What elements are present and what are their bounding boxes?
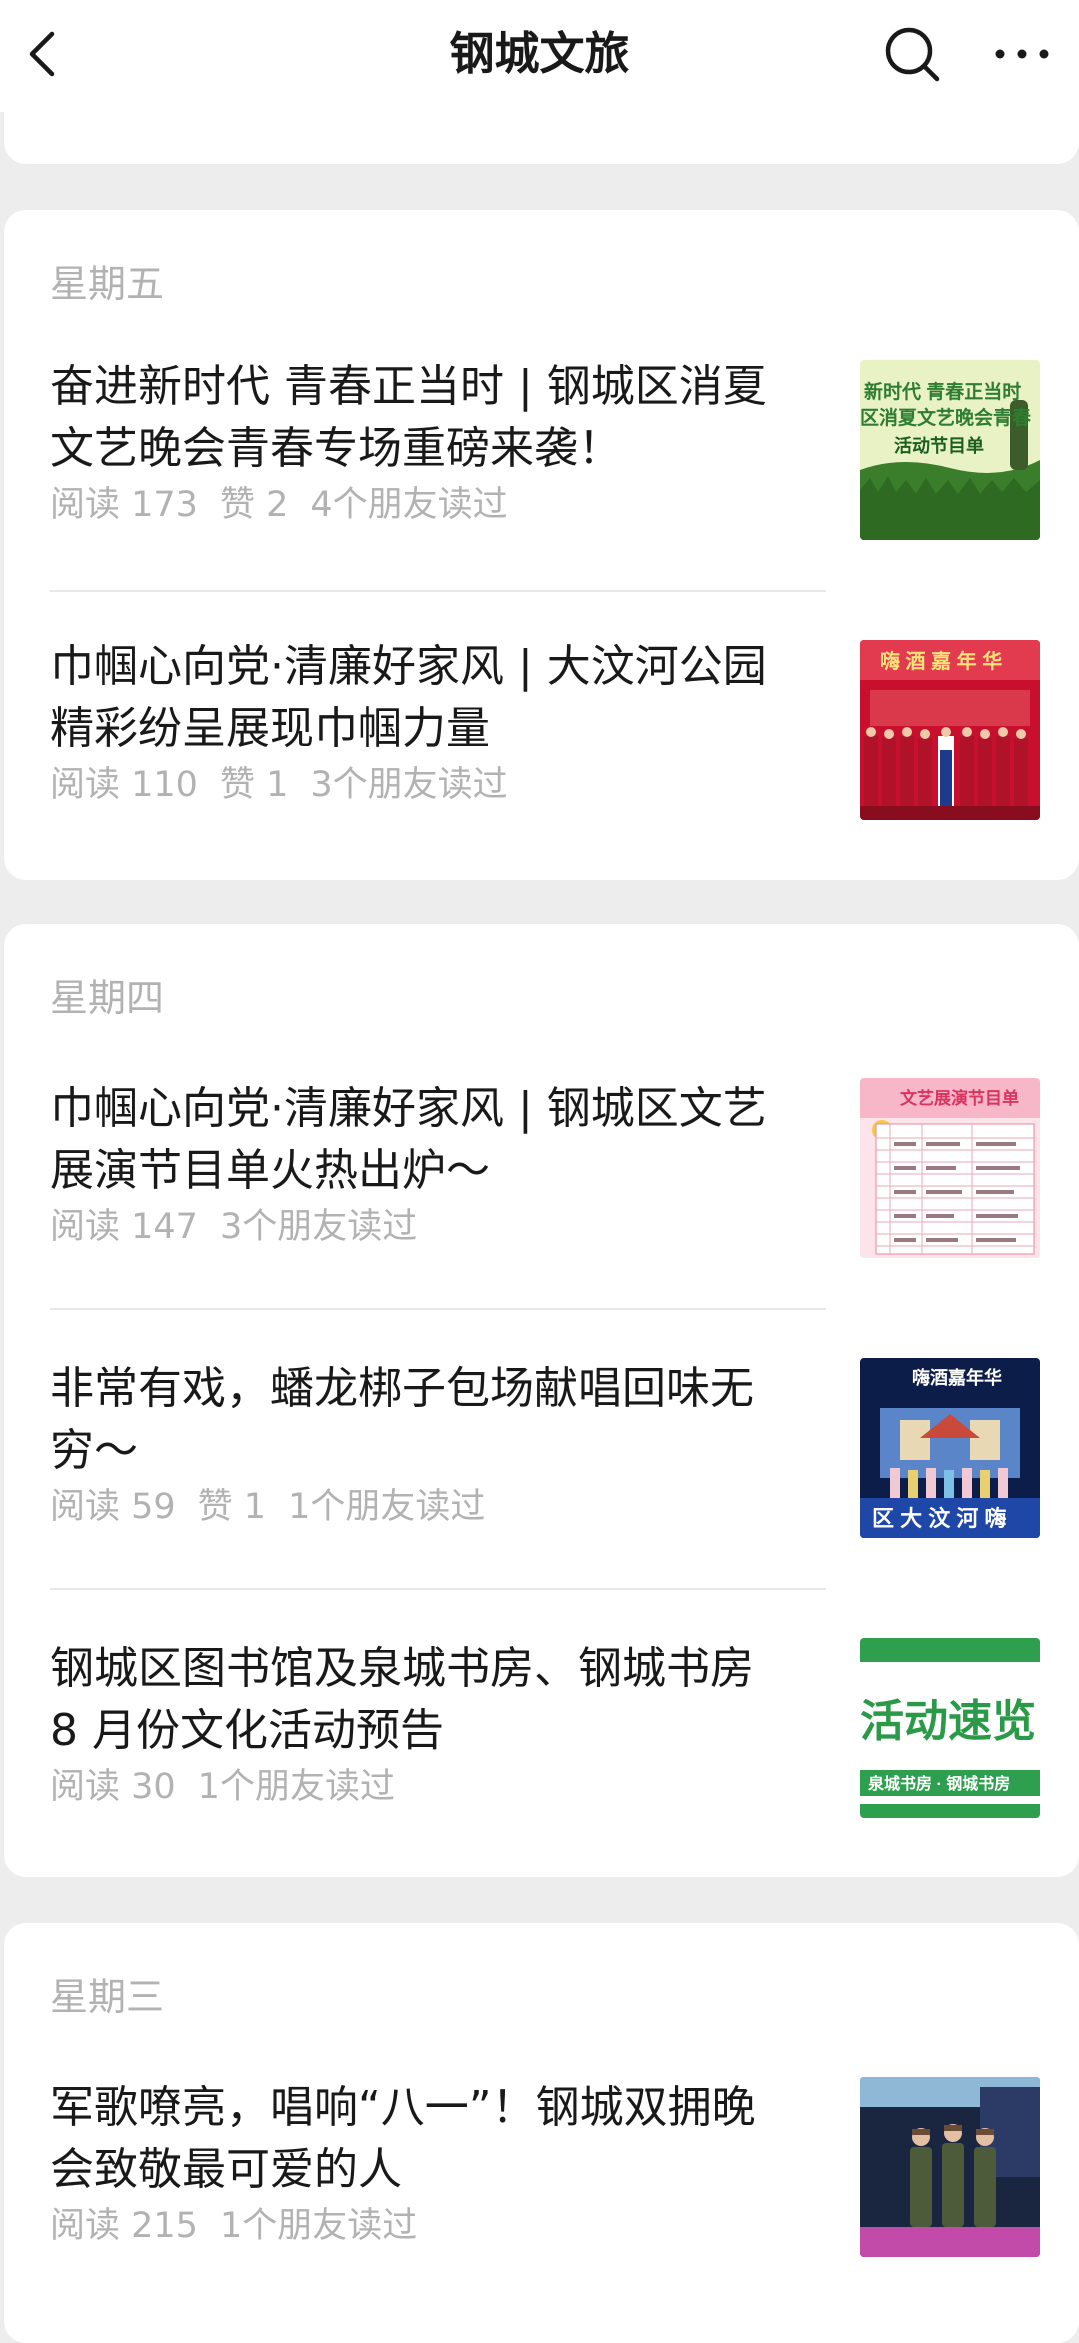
friends-read: 1个朋友读过 — [197, 1767, 395, 1807]
thumb-text: 活动节目单 — [894, 435, 984, 456]
divider — [50, 1308, 826, 1310]
friends-read: 1个朋友读过 — [219, 2206, 418, 2246]
friends-read: 3个朋友读过 — [219, 1207, 418, 1247]
article-item[interactable]: 奋进新时代 青春正当时 | 钢城区消夏 文艺晚会青春专场重磅来袭！ 阅读 173… — [50, 356, 1048, 546]
article-thumbnail[interactable]: 嗨 酒 嘉 年 华 — [860, 640, 1040, 820]
article-item[interactable]: 巾帼心向党·清廉好家风 | 钢城区文艺 展演节目单火热出炉～ 阅读 147 3个朋… — [50, 1078, 1048, 1268]
like-count: 赞 2 — [219, 485, 289, 525]
day-label: 星期四 — [50, 976, 165, 1020]
read-count: 阅读 215 — [50, 2206, 198, 2246]
thumb-text: 泉城书房 · 钢城书房 — [868, 1774, 1010, 1793]
article-meta: 阅读 30 1个朋友读过 — [50, 1762, 417, 1812]
article-title[interactable]: 巾帼心向党·清廉好家风 | 大汶河公园 精彩纷呈展现巾帼力量 — [50, 636, 830, 760]
search-button[interactable] — [880, 22, 944, 86]
divider — [50, 1588, 826, 1590]
article-meta: 阅读 215 1个朋友读过 — [50, 2201, 439, 2251]
article-meta: 阅读 147 3个朋友读过 — [50, 1202, 439, 1252]
thumb-text: 新时代 青春正当时 — [864, 380, 1021, 403]
article-thumbnail[interactable]: 新时代 青春正当时 区消夏文艺晚会青春 活动节目单 — [860, 360, 1040, 540]
read-count: 阅读 110 — [50, 765, 198, 805]
article-title[interactable]: 奋进新时代 青春正当时 | 钢城区消夏 文艺晚会青春专场重磅来袭！ — [50, 356, 830, 480]
article-item[interactable]: 军歌嘹亮，唱响“八一”！钢城双拥晚 会致敬最可爱的人 阅读 215 1个朋友读过 — [50, 2077, 1048, 2267]
friends-read: 4个朋友读过 — [310, 485, 508, 525]
day-label: 星期五 — [50, 262, 165, 306]
day-card-thursday: 星期四 巾帼心向党·清廉好家风 | 钢城区文艺 展演节目单火热出炉～ 阅读 14… — [4, 924, 1079, 1877]
day-card-friday: 星期五 奋进新时代 青春正当时 | 钢城区消夏 文艺晚会青春专场重磅来袭！ 阅读… — [4, 210, 1079, 880]
article-title[interactable]: 非常有戏，蟠龙梆子包场献唱回味无 穷～ — [50, 1358, 830, 1482]
read-count: 阅读 59 — [50, 1487, 176, 1527]
like-count: 赞 1 — [219, 765, 289, 805]
day-card-wednesday: 星期三 军歌嘹亮，唱响“八一”！钢城双拥晚 会致敬最可爱的人 阅读 215 1个朋… — [4, 1923, 1079, 2343]
more-button[interactable] — [990, 22, 1054, 86]
article-thumbnail[interactable]: 文艺展演节目单 — [860, 1078, 1040, 1258]
thumb-text: 嗨 酒 嘉 年 华 — [880, 649, 1002, 673]
article-meta: 阅读 110 赞 1 3个朋友读过 — [50, 760, 530, 810]
article-thumbnail[interactable]: 嗨酒嘉年华 区 大 汶 河 嗨 — [860, 1358, 1040, 1538]
article-title[interactable]: 巾帼心向党·清廉好家风 | 钢城区文艺 展演节目单火热出炉～ — [50, 1078, 830, 1202]
read-count: 阅读 30 — [50, 1767, 176, 1807]
friends-read: 3个朋友读过 — [310, 765, 508, 805]
like-count: 赞 1 — [197, 1487, 267, 1527]
divider — [50, 590, 826, 592]
thumb-text: 嗨酒嘉年华 — [912, 1367, 1002, 1388]
read-count: 阅读 147 — [50, 1207, 198, 1247]
article-thumbnail[interactable] — [860, 2077, 1040, 2257]
thumb-text: 活动速览 — [860, 1697, 1036, 1746]
day-label: 星期三 — [50, 1975, 165, 2019]
thumb-text: 区 大 汶 河 嗨 — [872, 1506, 1006, 1531]
article-item[interactable]: 非常有戏，蟠龙梆子包场献唱回味无 穷～ 阅读 59 赞 1 1个朋友读过 嗨酒嘉年华 — [50, 1358, 1048, 1548]
friends-read: 1个朋友读过 — [288, 1487, 486, 1527]
thumb-text: 文艺展演节目单 — [900, 1088, 1019, 1108]
search-icon — [885, 27, 940, 82]
thumb-text: 区消夏文艺晚会青春 — [860, 406, 1031, 429]
article-title[interactable]: 军歌嘹亮，唱响“八一”！钢城双拥晚 会致敬最可爱的人 — [50, 2077, 830, 2201]
top-navbar: 钢城文旅 — [0, 0, 1079, 112]
article-item[interactable]: 巾帼心向党·清廉好家风 | 大汶河公园 精彩纷呈展现巾帼力量 阅读 110 赞 1… — [50, 636, 1048, 826]
article-meta: 阅读 59 赞 1 1个朋友读过 — [50, 1482, 507, 1532]
article-item[interactable]: 钢城区图书馆及泉城书房、钢城书房 8 月份文化活动预告 阅读 30 1个朋友读过 … — [50, 1638, 1048, 1828]
article-title[interactable]: 钢城区图书馆及泉城书房、钢城书房 8 月份文化活动预告 — [50, 1638, 830, 1762]
read-count: 阅读 173 — [50, 485, 198, 525]
article-thumbnail[interactable]: 活动速览 泉城书房 · 钢城书房 — [860, 1638, 1040, 1818]
more-dots-icon — [995, 49, 1049, 59]
article-meta: 阅读 173 赞 2 4个朋友读过 — [50, 480, 530, 530]
